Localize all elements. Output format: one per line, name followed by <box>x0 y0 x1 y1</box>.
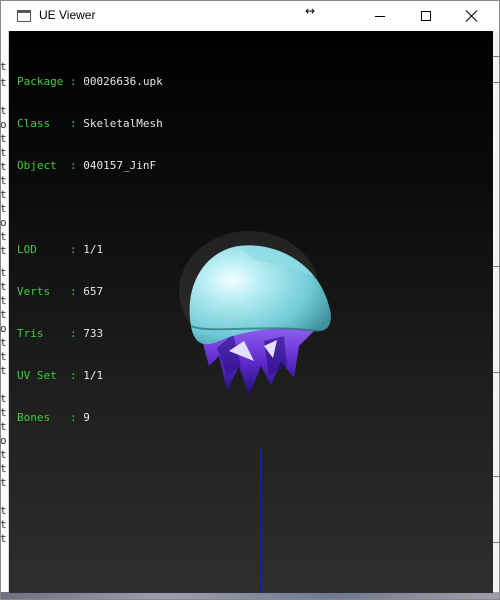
maximize-button[interactable] <box>403 1 449 31</box>
title-bar[interactable]: UE Viewer ↔ <box>1 1 499 31</box>
stat-line-verts: Verts : 657 <box>17 285 104 298</box>
stat-line-uvset: UV Set : 1/1 <box>17 369 104 382</box>
bone-axis-line <box>260 449 262 593</box>
minimize-icon <box>375 15 385 17</box>
info-spacer <box>17 201 163 215</box>
3d-viewport[interactable]: Package : 00026636.upk Class : SkeletalM… <box>9 31 493 593</box>
info-line-object: Object : 040157_JinF <box>17 159 157 172</box>
window-title: UE Viewer <box>39 8 96 22</box>
mesh-info-overlay: Package : 00026636.upk Class : SkeletalM… <box>17 47 163 453</box>
stat-line-lod: LOD : 1/1 <box>17 243 104 256</box>
resize-cursor-icon: ↔ <box>305 4 316 18</box>
skeletal-mesh-render <box>179 231 331 396</box>
close-icon <box>466 10 478 22</box>
stat-line-bones: Bones : 9 <box>17 411 90 424</box>
close-button[interactable] <box>449 1 495 31</box>
minimize-button[interactable] <box>357 1 403 31</box>
maximize-icon <box>421 11 431 21</box>
info-line-class: Class : SkeletalMesh <box>17 117 163 130</box>
ue-viewer-window: UE Viewer ↔ Package : 00026636.upk Class… <box>0 0 500 600</box>
app-window-icon <box>17 10 31 22</box>
info-line-package: Package : 00026636.upk <box>17 75 163 88</box>
stat-line-tris: Tris : 733 <box>17 327 104 340</box>
